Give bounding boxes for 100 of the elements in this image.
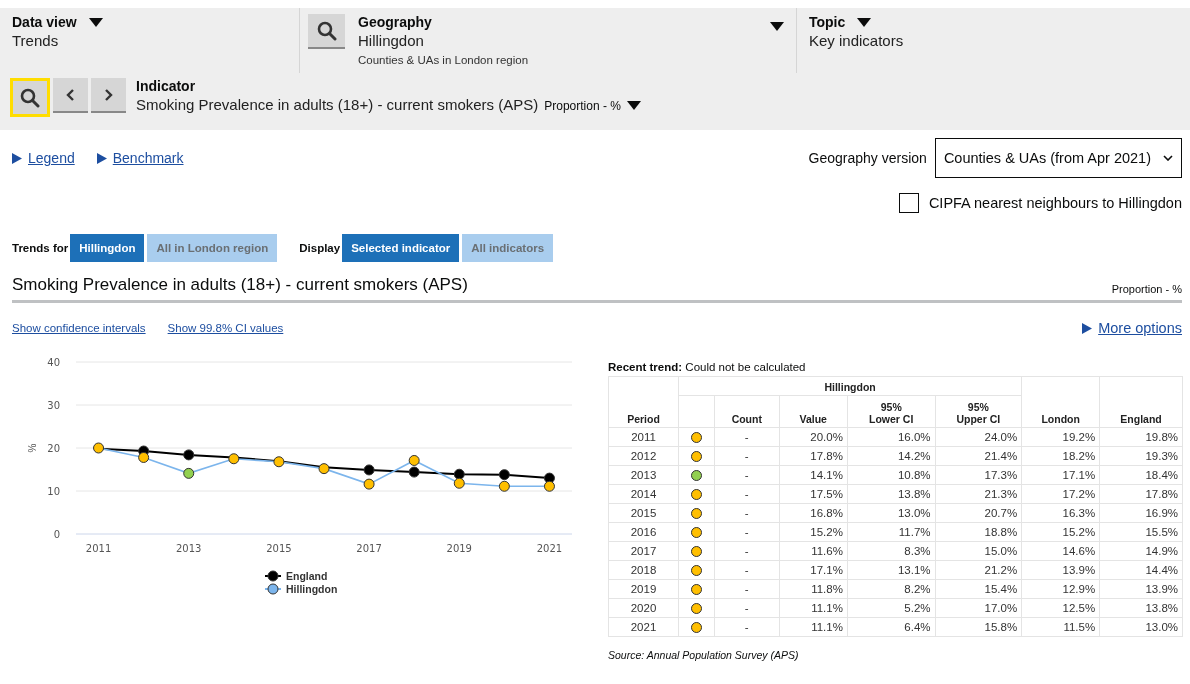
table-cell: 11.8%	[779, 579, 848, 599]
table-cell: 2012	[608, 446, 679, 466]
table-cell: -	[714, 446, 780, 466]
table-cell: 12.9%	[1021, 579, 1100, 599]
table-cell: 2021	[608, 617, 679, 637]
table-cell: 2018	[608, 560, 679, 580]
table-cell: 15.8%	[935, 617, 1022, 637]
table-cell: -	[714, 598, 780, 618]
search-icon	[20, 87, 40, 108]
table-cell: 2017	[608, 541, 679, 561]
dropdown-icon	[88, 17, 103, 27]
table-cell: 15.2%	[1021, 522, 1100, 542]
table-cell: 11.5%	[1021, 617, 1100, 637]
topic-dropdown[interactable]: Topic	[809, 14, 904, 30]
data-view-dropdown[interactable]: Data view	[12, 14, 103, 30]
table-cell: 19.2%	[1021, 427, 1100, 447]
table-cell: 20.7%	[935, 503, 1022, 523]
toggle-group-label: Trends for	[12, 242, 69, 254]
table-cell: 20.0%	[779, 427, 848, 447]
data-point	[408, 454, 420, 466]
data-point	[498, 469, 510, 481]
legend-label: Hillingdon	[286, 583, 338, 595]
table-cell: 11.7%	[847, 522, 935, 542]
indicator-label: Indicator	[136, 78, 197, 94]
triangle-right-icon	[1082, 322, 1093, 334]
table-cell: 18.2%	[1021, 446, 1100, 466]
search-button[interactable]	[308, 14, 345, 49]
geography-version-label: Geography version	[808, 150, 927, 166]
column-header: Period	[608, 376, 679, 428]
next-button[interactable]	[91, 78, 126, 113]
data-point	[228, 453, 240, 465]
table-cell: 13.8%	[1099, 598, 1183, 618]
table-cell: 21.4%	[935, 446, 1022, 466]
data-point	[363, 478, 375, 490]
dropdown-icon	[626, 101, 641, 110]
data-point	[543, 480, 555, 492]
axis-label: 20	[47, 443, 60, 454]
table-cell: 2019	[608, 579, 679, 599]
previous-button[interactable]	[53, 78, 88, 113]
axis-label: 2013	[176, 543, 202, 554]
toggle-button[interactable]: Hillingdon	[70, 234, 145, 262]
table-cell: 19.8%	[1099, 427, 1183, 447]
geography-version-select[interactable]: Counties & UAs (from Apr 2021)	[934, 138, 1182, 178]
column-header: Count	[714, 395, 780, 428]
table-cell: 11.1%	[779, 617, 848, 637]
toggle-link[interactable]: Benchmark	[96, 150, 184, 166]
table-cell: 18.8%	[935, 522, 1022, 542]
table-cell: 17.3%	[935, 465, 1022, 485]
geography-label: Geography	[358, 14, 433, 30]
data-view-label: Data view	[12, 14, 77, 30]
data-point	[183, 449, 195, 461]
table-cell: 16.0%	[847, 427, 935, 447]
data-view-value: Trends	[12, 32, 60, 49]
geography-subtitle: Counties & UAs in London region	[358, 54, 530, 66]
table-cell: -	[714, 541, 780, 561]
indicator-value: Smoking Prevalence in adults (18+) - current smokers (APS)	[136, 96, 539, 113]
column-header: England	[1099, 376, 1183, 428]
table-cell: 13.1%	[847, 560, 935, 580]
data-point	[138, 451, 150, 463]
legend-marker-icon	[264, 583, 282, 595]
indicator-unit: Proportion - %	[544, 99, 621, 113]
triangle-right-icon	[96, 152, 107, 164]
axis-label: 2011	[85, 543, 112, 554]
data-point	[183, 467, 195, 479]
toggle-button[interactable]: Selected indicator	[342, 234, 460, 262]
toggle-link[interactable]: Legend	[12, 150, 75, 166]
axis-label: 2021	[536, 543, 563, 554]
table-cell: 17.0%	[935, 598, 1022, 618]
column-header: 95% Lower CI	[847, 395, 935, 428]
table-cell: 2015	[608, 503, 679, 523]
more-options-link[interactable]: More options	[1082, 320, 1182, 336]
legend-marker-icon	[264, 570, 282, 582]
dropdown-icon	[857, 17, 872, 27]
triangle-right-icon	[12, 152, 22, 164]
link[interactable]: Show confidence intervals	[12, 322, 146, 334]
table-cell: 10.8%	[847, 465, 935, 485]
table-cell: 5.2%	[847, 598, 935, 618]
table-cell: 21.3%	[935, 484, 1022, 504]
column-header: London	[1021, 376, 1100, 428]
table-cell: 15.0%	[935, 541, 1022, 561]
topic-value: Key indicators	[809, 32, 904, 49]
table-cell: 2020	[608, 598, 679, 618]
axis-label: 10	[47, 486, 60, 497]
recent-trend-text: Recent trend: Could not be calculated	[608, 361, 807, 373]
table-cell: -	[714, 522, 780, 542]
column-header: Value	[779, 395, 848, 428]
table-cell: 12.5%	[1021, 598, 1100, 618]
table-cell: 2011	[608, 427, 679, 447]
link[interactable]: Show 99.8% CI values	[167, 322, 284, 334]
table-cell: -	[714, 484, 780, 504]
table-cell: -	[714, 617, 780, 637]
table-cell: 2014	[608, 484, 679, 504]
table-cell: -	[714, 465, 780, 485]
table-cell: 2016	[608, 522, 679, 542]
axis-label: 0	[53, 529, 60, 540]
axis-title: %	[27, 443, 38, 453]
axis-label: 30	[47, 400, 60, 411]
checkbox[interactable]	[898, 193, 919, 213]
table-cell: -	[714, 427, 780, 447]
data-point	[363, 464, 375, 476]
